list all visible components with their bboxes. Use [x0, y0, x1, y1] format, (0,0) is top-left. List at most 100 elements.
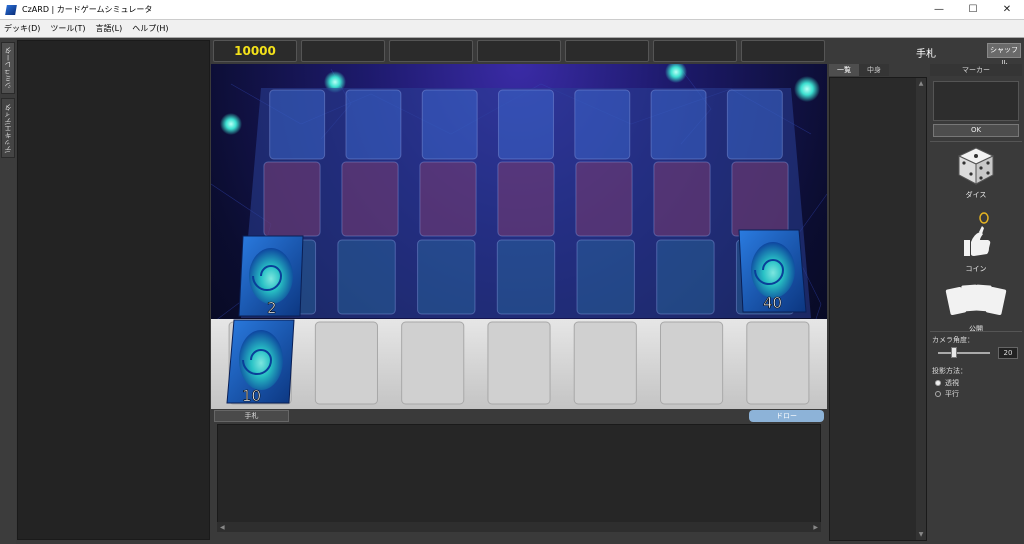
- game-board[interactable]: 2 40 10: [211, 64, 827, 409]
- window-title: CzARD | カードゲームシミュレータ: [22, 5, 153, 14]
- field-card-slot[interactable]: [653, 161, 711, 237]
- tab-deck-editor-label: デッキエディタ: [4, 103, 12, 153]
- divider: [930, 331, 1022, 332]
- hand-area[interactable]: [217, 424, 821, 532]
- player-card-slot[interactable]: [314, 321, 378, 405]
- deck-count-left-upper: 2: [267, 299, 277, 317]
- field-card-slot[interactable]: [419, 161, 477, 237]
- camera-angle-slider-track[interactable]: [938, 352, 990, 354]
- tool-panel: マーカー OK ダイス コイン 公開 カメラ角度： 20 投影方法： 透視 平行: [930, 64, 1022, 541]
- projection-perspective-label: 透視: [945, 379, 959, 387]
- scroll-right-icon[interactable]: ▶: [813, 524, 818, 531]
- life-points-box[interactable]: 10000: [213, 40, 297, 62]
- field-card-slot[interactable]: [575, 161, 633, 237]
- camera-angle-label: カメラ角度：: [932, 336, 974, 344]
- field-card-slot[interactable]: [574, 89, 631, 160]
- counter-box[interactable]: [741, 40, 825, 62]
- deck-right-upper[interactable]: 40: [738, 229, 807, 313]
- field-card-slot[interactable]: [726, 89, 783, 160]
- menu-language[interactable]: 言語(L): [96, 23, 123, 34]
- counter-box[interactable]: [477, 40, 561, 62]
- deck-left-lower[interactable]: 10: [226, 319, 295, 405]
- scroll-up-icon[interactable]: ▲: [919, 80, 924, 87]
- app-icon: [5, 4, 17, 15]
- scroll-left-icon[interactable]: ◀: [220, 524, 225, 531]
- tab-contents[interactable]: 中身: [859, 64, 889, 76]
- field-card-slot[interactable]: [496, 239, 556, 315]
- deck-left-upper[interactable]: 2: [238, 235, 304, 317]
- player-card-slot[interactable]: [746, 321, 810, 405]
- close-button[interactable]: ✕: [990, 0, 1024, 20]
- right-panel: 手札 シャッフル 一覧 中身 ▲ ▼ マーカー OK ダイス コイン 公開 カメ…: [828, 40, 1024, 544]
- marker-input[interactable]: [933, 81, 1019, 121]
- draw-button[interactable]: ドロー: [749, 410, 824, 422]
- player-card-slot[interactable]: [401, 321, 465, 405]
- scroll-down-icon[interactable]: ▼: [919, 531, 924, 538]
- swirl-icon: [249, 248, 293, 304]
- card-list-scrollbar[interactable]: ▲ ▼: [916, 78, 926, 540]
- counter-box[interactable]: [389, 40, 473, 62]
- field-card-slot[interactable]: [731, 161, 789, 237]
- field-card-slot[interactable]: [417, 239, 476, 315]
- hand-panel-title: 手札: [916, 48, 936, 60]
- field-card-slot[interactable]: [498, 89, 554, 160]
- dice-icon: [957, 147, 995, 185]
- camera-angle-slider-thumb[interactable]: [951, 347, 958, 358]
- field-card-slot[interactable]: [345, 89, 402, 160]
- card-list[interactable]: ▲ ▼: [829, 77, 927, 541]
- left-tab-strip: シミュレータ デッキエディタ: [0, 38, 16, 544]
- coin-button[interactable]: コイン: [930, 212, 1022, 274]
- counter-box[interactable]: [301, 40, 385, 62]
- field-card-slot[interactable]: [497, 161, 555, 237]
- reveal-button[interactable]: 公開: [930, 282, 1022, 334]
- menu-deck[interactable]: デッキ(D): [4, 23, 40, 34]
- player-card-slot[interactable]: [660, 321, 724, 405]
- camera-angle-value[interactable]: 20: [998, 347, 1018, 359]
- tab-list[interactable]: 一覧: [829, 64, 859, 76]
- menu-bar: デッキ(D) ツール(T) 言語(L) ヘルプ(H): [0, 20, 1024, 38]
- projection-perspective-radio[interactable]: 透視: [935, 378, 959, 388]
- coin-label: コイン: [965, 265, 987, 273]
- counter-box[interactable]: [653, 40, 737, 62]
- field-card-slot[interactable]: [656, 239, 715, 315]
- dice-button[interactable]: ダイス: [930, 146, 1022, 200]
- field-card-slot[interactable]: [337, 239, 396, 315]
- projection-label: 投影方法：: [932, 367, 967, 375]
- swirl-icon: [751, 242, 795, 298]
- swirl-icon: [239, 330, 283, 390]
- field-card-slot[interactable]: [341, 161, 399, 237]
- projection-parallel-radio[interactable]: 平行: [935, 389, 959, 399]
- reveal-label: 公開: [969, 325, 983, 333]
- field-card-slot[interactable]: [421, 89, 478, 160]
- player-zone-slots: [228, 321, 810, 405]
- marker-ok-button[interactable]: OK: [933, 124, 1019, 137]
- field-card-slot[interactable]: [263, 161, 321, 237]
- menu-help[interactable]: ヘルプ(H): [132, 23, 168, 34]
- card-detail-panel: [17, 40, 210, 540]
- tab-simulator[interactable]: シミュレータ: [1, 42, 15, 94]
- radio-dot: [935, 380, 941, 386]
- deck-count-right-upper: 40: [763, 294, 782, 312]
- maximize-button[interactable]: ☐: [956, 0, 990, 20]
- counter-box[interactable]: [565, 40, 649, 62]
- score-row: 10000: [212, 40, 826, 62]
- field-card-slot[interactable]: [650, 89, 707, 160]
- menu-tools[interactable]: ツール(T): [50, 23, 85, 34]
- tab-deck-editor[interactable]: デッキエディタ: [1, 98, 15, 158]
- marker-label: マーカー: [930, 64, 1022, 76]
- hand-tab[interactable]: 手札: [214, 410, 289, 422]
- deck-count-left-lower: 10: [242, 387, 261, 405]
- radio-dot: [935, 391, 941, 397]
- list-tabs: 一覧 中身: [829, 64, 929, 76]
- projection-parallel-label: 平行: [945, 390, 959, 398]
- player-card-slot[interactable]: [573, 321, 637, 405]
- hand-scrollbar[interactable]: ◀ ▶: [217, 522, 821, 532]
- field-card-slot[interactable]: [269, 89, 326, 160]
- shuffle-button[interactable]: シャッフル: [987, 43, 1021, 67]
- dice-label: ダイス: [965, 191, 987, 199]
- board-canvas[interactable]: 2 40 10: [211, 64, 827, 409]
- tab-simulator-label: シミュレータ: [4, 47, 12, 89]
- player-card-slot[interactable]: [487, 321, 551, 405]
- field-card-slot[interactable]: [576, 239, 635, 315]
- minimize-button[interactable]: —: [922, 0, 956, 20]
